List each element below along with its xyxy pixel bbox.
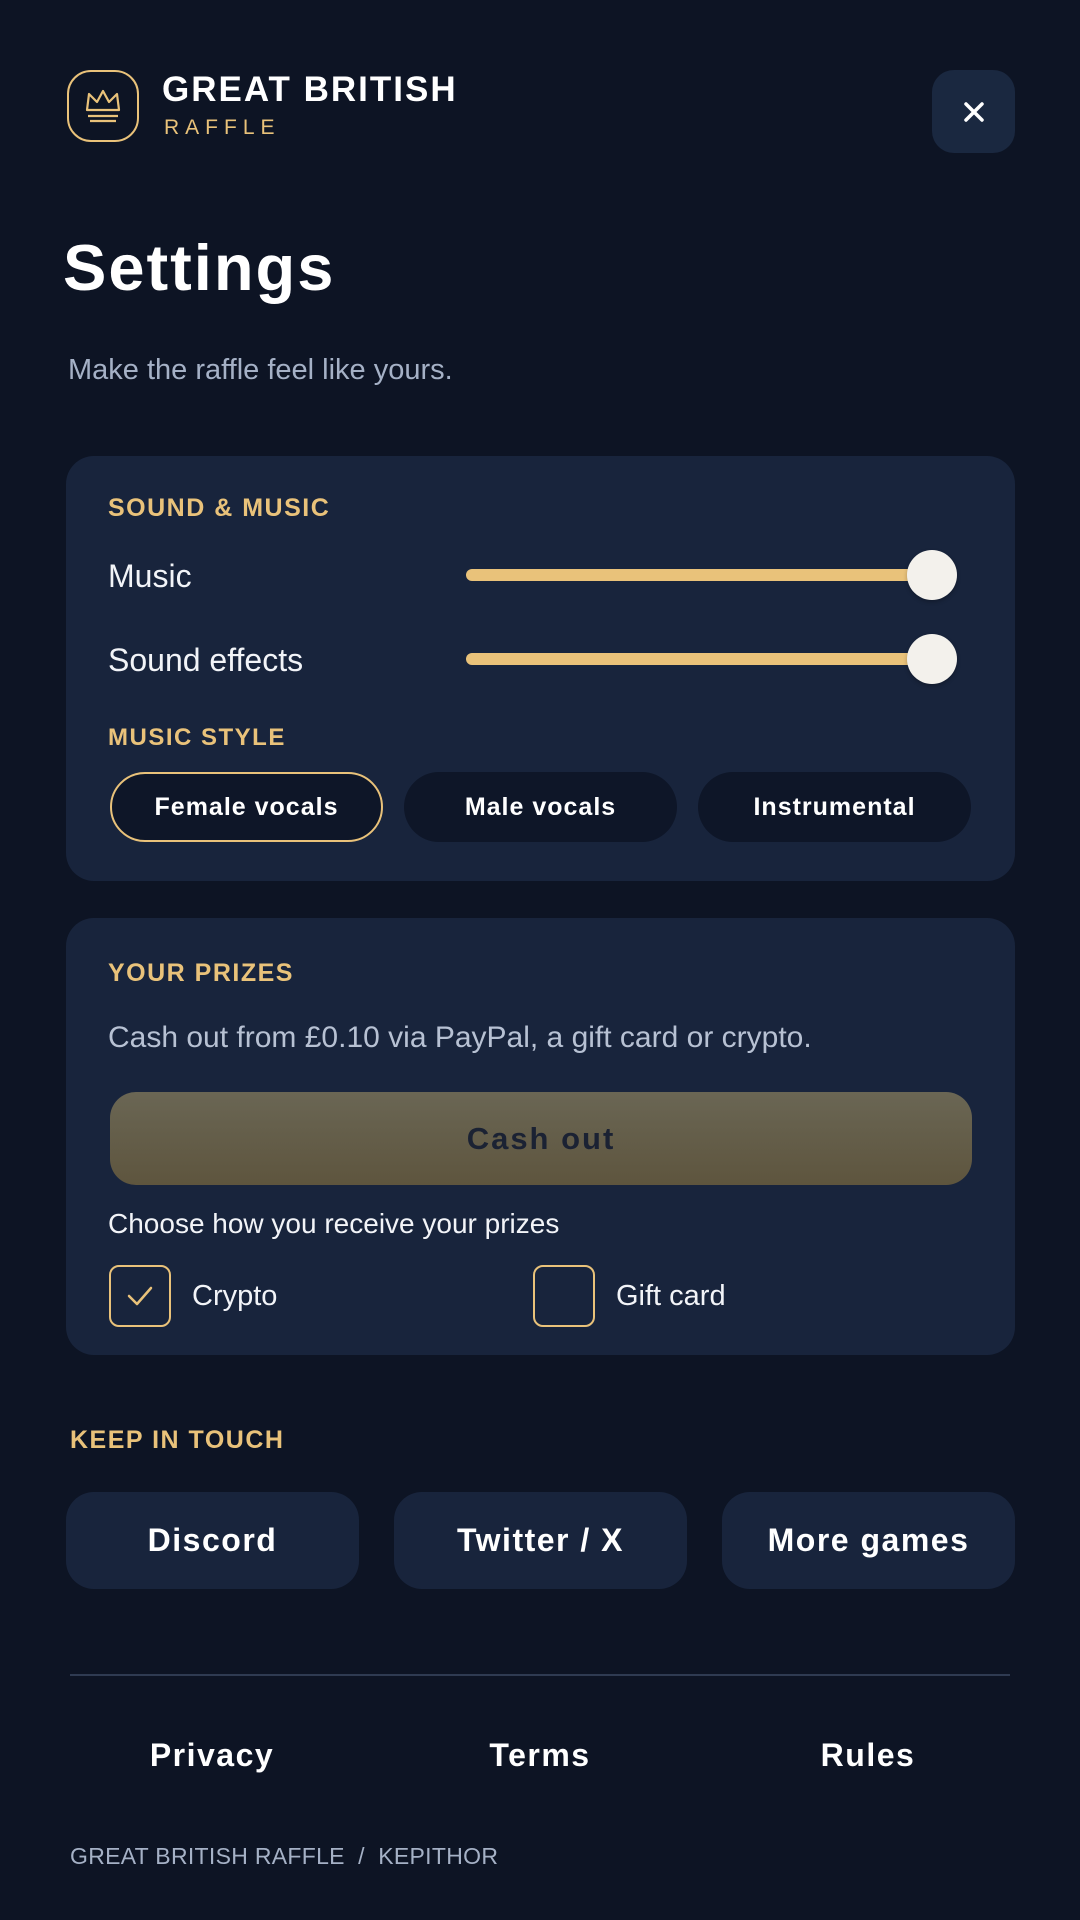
page-subtitle: Make the raffle feel like yours. [68,354,453,386]
crypto-label: Crypto [192,1280,278,1312]
gift-card-checkbox[interactable] [533,1265,595,1327]
gift-card-label: Gift card [616,1280,726,1312]
sound-effects-label: Sound effects [108,642,304,678]
prizes-description: Cash out from £0.10 via PayPal, a gift c… [108,1021,812,1054]
page-title: Settings [63,231,336,304]
sound-effects-slider-knob[interactable] [907,634,957,684]
logo-badge [67,70,139,142]
privacy-link[interactable]: Privacy [62,1730,362,1780]
sound-music-heading: SOUND & MUSIC [108,494,331,522]
close-button[interactable] [932,70,1015,153]
keep-in-touch-heading: KEEP IN TOUCH [70,1426,285,1454]
footer-divider [70,1674,1010,1676]
cash-out-button[interactable]: Cash out [110,1092,972,1185]
prize-method-label: Choose how you receive your prizes [108,1208,560,1239]
twitter-button[interactable]: Twitter / X [394,1492,687,1589]
sound-effects-slider-track[interactable] [466,653,932,665]
music-style-heading: MUSIC STYLE [108,724,286,751]
crown-icon [85,89,121,123]
terms-link[interactable]: Terms [390,1730,690,1780]
footer-credit: GREAT BRITISH RAFFLE / KEPITHOR [70,1843,499,1869]
prizes-heading: YOUR PRIZES [108,959,294,987]
brand-subtitle: RAFFLE [164,116,281,139]
style-female-vocals[interactable]: Female vocals [110,772,383,842]
rules-link[interactable]: Rules [718,1730,1018,1780]
checkmark-icon [127,1286,153,1306]
more-games-button[interactable]: More games [722,1492,1015,1589]
brand-title: GREAT BRITISH [162,70,458,109]
discord-button[interactable]: Discord [66,1492,359,1589]
close-icon [963,101,984,122]
style-instrumental[interactable]: Instrumental [698,772,971,842]
style-male-vocals[interactable]: Male vocals [404,772,677,842]
music-slider-knob[interactable] [907,550,957,600]
crypto-checkbox[interactable] [109,1265,171,1327]
music-slider-track[interactable] [466,569,932,581]
music-label: Music [108,558,192,594]
